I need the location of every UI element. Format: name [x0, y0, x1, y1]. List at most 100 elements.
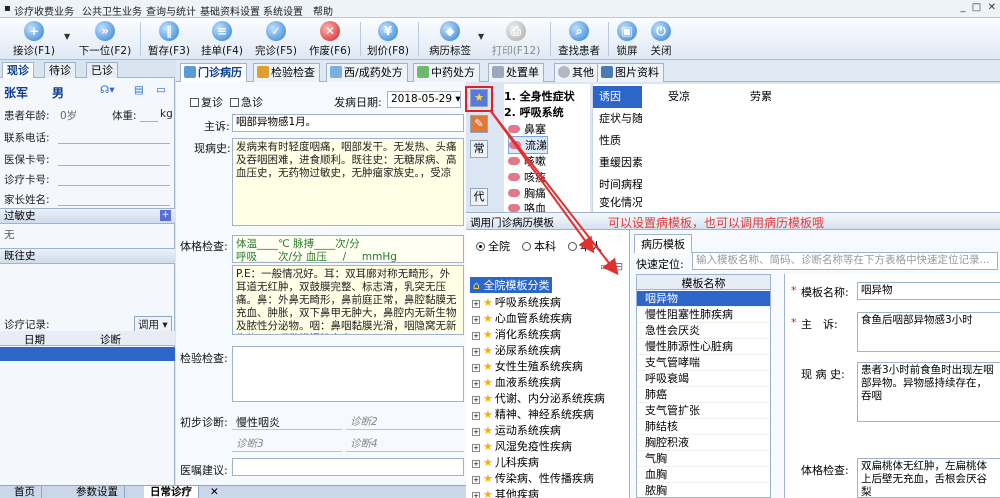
template-complaint-input[interactable]: 食鱼后咽部异物感3小时: [857, 312, 1000, 352]
vitals-box[interactable]: 体温____℃ 脉搏____次/分 呼吸____次/分 血压___/___mmHg: [232, 235, 464, 263]
void-button[interactable]: ✕ 作废(F6): [306, 20, 354, 58]
diagnosis-4[interactable]: 诊断4: [350, 436, 378, 451]
patient-avatar-icon[interactable]: ☊▾: [100, 84, 115, 96]
present-illness-textarea[interactable]: 发病来有时轻度咽痛，咽部发干。无发热、头痛及吞咽困难，进食顺利。既往史：无糖尿病…: [232, 138, 464, 226]
complaint-input[interactable]: 咽部异物感1月。: [232, 114, 464, 132]
diagnosis-2[interactable]: 诊断2: [350, 414, 378, 429]
template-row[interactable]: 脓胸: [637, 483, 770, 498]
hold-button[interactable]: ‖ 暂存(F3): [144, 20, 194, 58]
tab-current[interactable]: 现诊: [2, 62, 34, 78]
expand-icon[interactable]: +: [472, 380, 480, 388]
tab-params[interactable]: 参数设置: [70, 486, 125, 498]
tab-lab-exam[interactable]: 检验检查: [253, 63, 320, 82]
expand-icon[interactable]: +: [472, 460, 480, 468]
record-tag-button[interactable]: ◆ 病历标签: [424, 20, 476, 58]
advice-input[interactable]: [232, 458, 464, 476]
contact-field[interactable]: [58, 143, 170, 144]
category-item[interactable]: 性质: [593, 130, 643, 152]
template-row[interactable]: 呼吸衰竭: [637, 371, 770, 387]
finish-button[interactable]: ✓ 完诊(F5): [252, 20, 300, 58]
tree-node[interactable]: + ★ 呼吸系统疾病: [472, 294, 561, 310]
tab-other[interactable]: 其他: [554, 63, 599, 82]
category-item[interactable]: 重缓因素: [593, 152, 643, 174]
exam-textarea[interactable]: P.E：一般情况好。耳：双耳廓对称无畸形，外耳道无红肿，双鼓膜完整、标志清，乳突…: [232, 265, 464, 335]
menu-public-health[interactable]: 公共卫生业务: [82, 3, 142, 18]
category-item[interactable]: 症状与随伴: [593, 108, 654, 130]
expand-icon[interactable]: +: [472, 476, 480, 484]
diagnosis-1[interactable]: 慢性咽炎: [236, 414, 280, 430]
menu-base-settings[interactable]: 基础资料设置: [200, 3, 260, 18]
tab-waiting[interactable]: 待诊: [44, 62, 76, 78]
close-button[interactable]: ⏻ 关闭: [646, 20, 676, 58]
category-item[interactable]: 时间病程: [593, 174, 643, 196]
symptom-item[interactable]: 咳痰: [508, 169, 546, 185]
tab-western-rx[interactable]: 西/成药处方: [326, 63, 408, 82]
expand-icon[interactable]: +: [472, 412, 480, 420]
find-patient-button[interactable]: ⌕ 查找患者: [554, 20, 604, 58]
symptom-section-general[interactable]: 1. 全身性症状: [504, 88, 575, 104]
menu-system[interactable]: 系统设置: [263, 3, 303, 18]
register-button[interactable]: ≡ 挂单(F4): [198, 20, 246, 58]
card-icon[interactable]: ▤: [134, 84, 144, 96]
tab-done[interactable]: 已诊: [86, 62, 118, 78]
expand-icon[interactable]: +: [472, 364, 480, 372]
expand-icon[interactable]: +: [472, 492, 480, 498]
symptom-section-respiratory[interactable]: 2. 呼吸系统: [504, 104, 564, 120]
onset-date-picker[interactable]: 2018-05-29 ▾: [387, 91, 461, 108]
template-edit-button[interactable]: ✎: [470, 115, 488, 133]
scope-dept-radio[interactable]: 本科: [522, 238, 556, 254]
symptom-item[interactable]: 咳嗽: [508, 153, 546, 169]
insurance-field[interactable]: [58, 165, 170, 166]
idcard-icon[interactable]: ▭: [156, 84, 166, 96]
tree-node[interactable]: + ★ 泌尿系统疾病: [472, 342, 561, 358]
template-row[interactable]: 肺结核: [637, 419, 770, 435]
collapse-all-icon[interactable]: ▭ ⊟: [600, 260, 623, 273]
emergency-checkbox[interactable]: 急诊: [230, 94, 263, 110]
template-exam-input[interactable]: 双扁桃体无红肿，左扁桃体上后壁无充血，舌根会厌谷梨: [857, 458, 1000, 498]
add-allergy-icon[interactable]: +: [160, 210, 171, 221]
template-row[interactable]: 慢性肺源性心脏病: [637, 339, 770, 355]
tab-outpatient-record[interactable]: 门诊病历: [180, 63, 247, 82]
tab-daily-clinic[interactable]: 日常诊疗: [144, 486, 199, 498]
symptom-item-selected[interactable]: 流涕: [508, 136, 548, 154]
template-row[interactable]: 急性会厌炎: [637, 323, 770, 339]
menu-query[interactable]: 查询与统计: [146, 3, 196, 18]
revisit-checkbox[interactable]: 复诊: [190, 94, 223, 110]
receive-button[interactable]: + 接诊(F1): [8, 20, 60, 58]
tree-node[interactable]: + ★ 消化系统疾病: [472, 326, 561, 342]
replace-button[interactable]: 代: [470, 188, 488, 206]
template-row[interactable]: 支气管哮喘: [637, 355, 770, 371]
template-row[interactable]: 肺癌: [637, 387, 770, 403]
tree-node[interactable]: + ★ 代谢、内分泌系统疾病: [472, 390, 605, 406]
parent-field[interactable]: [58, 205, 170, 206]
category-item-selected[interactable]: 诱因: [593, 86, 643, 108]
diagnosis-3[interactable]: 诊断3: [236, 436, 264, 451]
scope-all-radio[interactable]: 全院: [476, 238, 510, 254]
tree-node[interactable]: + ★ 风湿免疫性疾病: [472, 438, 572, 454]
detail-option[interactable]: 受凉: [668, 88, 690, 104]
tree-node[interactable]: + ★ 运动系统疾病: [472, 422, 561, 438]
detail-option[interactable]: 劳累: [750, 88, 772, 104]
records-grid-selected-row[interactable]: [0, 347, 175, 361]
tree-node[interactable]: + ★ 精神、神经系统疾病: [472, 406, 594, 422]
clinic-card-field[interactable]: [58, 185, 170, 186]
tree-node[interactable]: + ★ 血液系统疾病: [472, 374, 561, 390]
category-item[interactable]: 变化情况: [593, 194, 643, 212]
tree-node[interactable]: + ★ 传染病、性传播疾病: [472, 470, 594, 486]
tree-node[interactable]: + ★ 儿科疾病: [472, 454, 539, 470]
template-row[interactable]: 血胸: [637, 467, 770, 483]
symptom-item[interactable]: 鼻塞: [508, 121, 546, 137]
template-row[interactable]: 气胸: [637, 451, 770, 467]
expand-icon[interactable]: +: [472, 348, 480, 356]
lab-textarea[interactable]: [232, 346, 464, 402]
expand-icon[interactable]: +: [472, 300, 480, 308]
scope-self-radio[interactable]: 本人: [568, 238, 602, 254]
template-row[interactable]: 支气管扩张: [637, 403, 770, 419]
expand-icon[interactable]: +: [472, 396, 480, 404]
print-button[interactable]: ⎙ 打印(F12): [490, 20, 542, 58]
tab-home[interactable]: 首页: [8, 486, 42, 498]
tab-images[interactable]: 图片资料: [597, 63, 664, 82]
template-row[interactable]: 胸腔积液: [637, 435, 770, 451]
tree-root[interactable]: ⌂ 全院模板分类: [470, 277, 553, 293]
expand-icon[interactable]: +: [472, 332, 480, 340]
